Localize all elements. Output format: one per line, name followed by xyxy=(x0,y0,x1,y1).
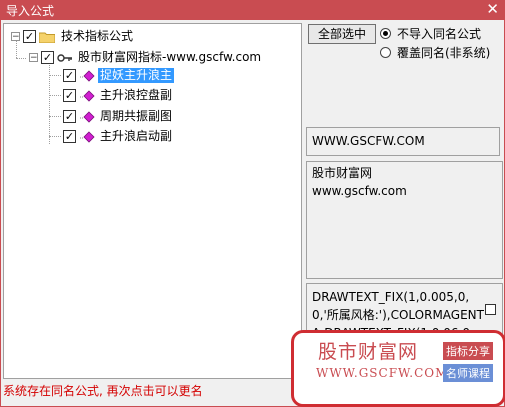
tree-connector xyxy=(16,58,26,59)
tree-connector xyxy=(49,75,61,76)
url-field: WWW.GSCFW.COM xyxy=(306,127,500,156)
tree-item-label: 捉妖主升浪主 xyxy=(98,68,175,83)
formula-icon xyxy=(80,110,95,123)
code-checkbox[interactable] xyxy=(485,304,496,315)
tree-item[interactable]: ✓ 捉妖主升浪主 xyxy=(63,67,175,84)
status-message: 系统存在同名公式, 再次点击可以更名 xyxy=(3,384,203,398)
logo-tag-courses: 名师课程 xyxy=(443,364,493,382)
radio-label: 覆盖同名(非系统) xyxy=(397,46,491,60)
tree-item[interactable]: ✓ 主升浪控盘副 xyxy=(63,87,174,104)
radio-button[interactable] xyxy=(380,28,391,39)
formula-tree[interactable]: − ✓ 技术指标公式 − ✓ 股市财富网指标-www.gscfw.com ✓ 捉… xyxy=(3,23,302,379)
tree-item-label: 周期共振副图 xyxy=(100,109,173,123)
root-checkbox[interactable]: ✓ xyxy=(23,30,36,43)
collapse-toggle[interactable]: − xyxy=(29,53,38,63)
close-icon[interactable]: ✕ xyxy=(486,1,499,17)
logo-text: 股市财富网 xyxy=(318,341,419,363)
formula-icon xyxy=(80,69,95,82)
tree-connector xyxy=(49,95,61,96)
tree-item-label: 主升浪控盘副 xyxy=(100,88,173,102)
logo-url: WWW.GSCFW.COM xyxy=(316,366,449,380)
radio-button[interactable] xyxy=(380,47,391,58)
window-title: 导入公式 xyxy=(6,4,55,18)
tree-item-label: 主升浪启动副 xyxy=(100,129,173,143)
title-bar: 导入公式 ✕ xyxy=(0,0,505,20)
description-line: 股市财富网 xyxy=(312,166,373,180)
item-checkbox[interactable]: ✓ xyxy=(63,69,76,82)
radio-overwrite-duplicates[interactable]: 覆盖同名(非系统) xyxy=(380,44,490,61)
group-checkbox[interactable]: ✓ xyxy=(41,51,54,64)
folder-icon xyxy=(39,32,55,43)
logo-tag-share: 指标分享 xyxy=(443,342,493,360)
formula-icon xyxy=(80,89,95,102)
tree-connector xyxy=(49,136,61,137)
radio-skip-duplicates[interactable]: 不导入同名公式 xyxy=(380,25,481,42)
tree-item[interactable]: ✓ 周期共振副图 xyxy=(63,108,174,125)
tree-item[interactable]: ✓ 主升浪启动副 xyxy=(63,128,174,145)
tree-node-root[interactable]: − ✓ 技术指标公式 xyxy=(11,28,135,45)
watermark-logo: 股市财富网 WWW.GSCFW.COM 指标分享 名师课程 xyxy=(291,330,505,407)
description-line: www.gscfw.com xyxy=(312,184,407,198)
tree-connector xyxy=(49,116,61,117)
tree-node-label: 股市财富网指标-www.gscfw.com xyxy=(78,50,262,64)
key-icon xyxy=(57,53,72,62)
collapse-toggle[interactable]: − xyxy=(11,32,20,42)
select-all-button[interactable]: 全部选中 xyxy=(308,24,376,44)
tree-node-label: 技术指标公式 xyxy=(61,29,134,43)
radio-label: 不导入同名公式 xyxy=(397,27,482,41)
tree-connector xyxy=(49,59,50,144)
tree-node-group[interactable]: − ✓ 股市财富网指标-www.gscfw.com xyxy=(29,49,263,66)
item-checkbox[interactable]: ✓ xyxy=(63,130,76,143)
item-checkbox[interactable]: ✓ xyxy=(63,110,76,123)
item-checkbox[interactable]: ✓ xyxy=(63,89,76,102)
description-box: 股市财富网 www.gscfw.com xyxy=(306,161,503,279)
formula-icon xyxy=(80,130,95,143)
